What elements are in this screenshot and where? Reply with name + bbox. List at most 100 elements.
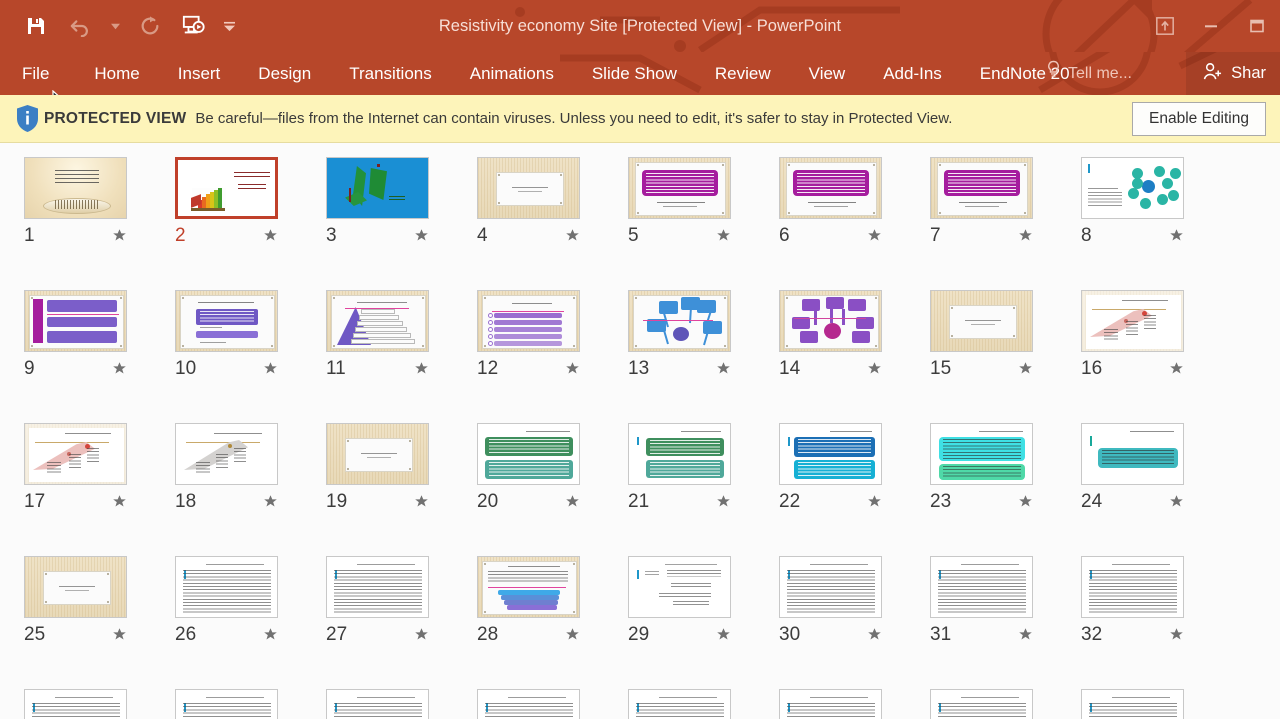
slide-thumbnail-wrap[interactable] — [930, 290, 1033, 352]
tab-file[interactable]: File — [22, 52, 75, 95]
slide-cell[interactable]: 17 — [0, 423, 151, 556]
star-icon[interactable] — [1018, 627, 1033, 642]
slide-thumbnail-wrap[interactable] — [1081, 290, 1184, 352]
slide-thumbnail-wrap[interactable] — [477, 556, 580, 618]
slide-thumbnail-wrap[interactable] — [326, 423, 429, 485]
slide-thumbnail[interactable] — [779, 290, 882, 352]
star-icon[interactable] — [1169, 627, 1184, 642]
slide-thumbnail-wrap[interactable] — [779, 423, 882, 485]
slide-thumbnail[interactable] — [779, 689, 882, 719]
slide-thumbnail-wrap[interactable] — [930, 157, 1033, 219]
slide-thumbnail-wrap[interactable] — [1081, 556, 1184, 618]
slide-cell[interactable]: 31 — [906, 556, 1057, 689]
slide-cell[interactable]: 16 — [1057, 290, 1208, 423]
slide-thumbnail-wrap[interactable] — [930, 556, 1033, 618]
slide-thumbnail[interactable] — [1081, 556, 1184, 618]
star-icon[interactable] — [716, 361, 731, 376]
slide-thumbnail-wrap[interactable] — [628, 556, 731, 618]
slide-thumbnail-wrap[interactable] — [477, 689, 580, 719]
customize-qat-icon[interactable] — [216, 6, 242, 46]
star-icon[interactable] — [414, 228, 429, 243]
slide-thumbnail-wrap[interactable] — [779, 556, 882, 618]
star-icon[interactable] — [716, 228, 731, 243]
slide-thumbnail[interactable] — [477, 290, 580, 352]
slide-thumbnail[interactable] — [930, 157, 1033, 219]
slide-thumbnail[interactable] — [24, 423, 127, 485]
slide-cell[interactable]: 30 — [755, 556, 906, 689]
slide-thumbnail[interactable] — [930, 290, 1033, 352]
slide-thumbnail-wrap[interactable] — [24, 290, 127, 352]
slide-thumbnail-wrap[interactable] — [24, 157, 127, 219]
slide-cell[interactable]: 26 — [151, 556, 302, 689]
slide-cell[interactable]: 22 — [755, 423, 906, 556]
slide-thumbnail[interactable] — [477, 556, 580, 618]
slide-thumbnail[interactable] — [175, 689, 278, 719]
star-icon[interactable] — [414, 627, 429, 642]
slide-thumbnail[interactable] — [326, 290, 429, 352]
slide-thumbnail[interactable] — [477, 423, 580, 485]
star-icon[interactable] — [565, 361, 580, 376]
slide-thumbnail-wrap[interactable] — [779, 290, 882, 352]
slide-thumbnail-wrap[interactable] — [326, 157, 429, 219]
star-icon[interactable] — [1018, 494, 1033, 509]
star-icon[interactable] — [716, 494, 731, 509]
slide-thumbnail[interactable] — [175, 423, 278, 485]
star-icon[interactable] — [263, 228, 278, 243]
slide-thumbnail-wrap[interactable] — [175, 689, 278, 719]
slide-cell[interactable]: 40 — [1057, 689, 1208, 719]
slide-thumbnail[interactable] — [628, 157, 731, 219]
slide-thumbnail-wrap[interactable] — [175, 556, 278, 618]
slide-thumbnail[interactable] — [1081, 689, 1184, 719]
star-icon[interactable] — [414, 361, 429, 376]
slide-cell[interactable]: 27 — [302, 556, 453, 689]
slide-cell[interactable]: 35 — [302, 689, 453, 719]
slide-thumbnail[interactable] — [628, 689, 731, 719]
slide-cell[interactable]: 12 — [453, 290, 604, 423]
star-icon[interactable] — [112, 494, 127, 509]
tab-slide-show[interactable]: Slide Show — [573, 52, 696, 95]
slide-thumbnail[interactable] — [24, 556, 127, 618]
slide-cell[interactable]: 19 — [302, 423, 453, 556]
enable-editing-button[interactable]: Enable Editing — [1132, 101, 1266, 136]
slide-thumbnail-wrap[interactable] — [326, 290, 429, 352]
slide-thumbnail-wrap[interactable] — [1081, 157, 1184, 219]
slide-cell[interactable]: 9 — [0, 290, 151, 423]
star-icon[interactable] — [263, 494, 278, 509]
slide-thumbnail-wrap[interactable] — [24, 423, 127, 485]
star-icon[interactable] — [867, 228, 882, 243]
slide-thumbnail[interactable] — [326, 556, 429, 618]
slide-cell[interactable]: 25 — [0, 556, 151, 689]
tab-add-ins[interactable]: Add-Ins — [864, 52, 961, 95]
slide-thumbnail[interactable] — [628, 423, 731, 485]
slide-thumbnail[interactable] — [628, 556, 731, 618]
slide-thumbnail[interactable] — [1081, 157, 1184, 219]
tab-review[interactable]: Review — [696, 52, 790, 95]
slide-thumbnail[interactable] — [930, 423, 1033, 485]
slide-thumbnail-wrap[interactable] — [326, 689, 429, 719]
star-icon[interactable] — [414, 494, 429, 509]
slide-thumbnail[interactable] — [24, 290, 127, 352]
slide-cell[interactable]: 38 — [755, 689, 906, 719]
slide-cell[interactable]: 14 — [755, 290, 906, 423]
star-icon[interactable] — [716, 627, 731, 642]
slide-cell[interactable]: 3 — [302, 157, 453, 290]
slide-cell[interactable]: 5 — [604, 157, 755, 290]
slide-thumbnail-wrap[interactable] — [930, 689, 1033, 719]
start-presentation-icon[interactable] — [172, 6, 216, 46]
slide-cell[interactable]: 21 — [604, 423, 755, 556]
slide-thumbnail[interactable] — [1081, 423, 1184, 485]
slide-thumbnail[interactable] — [24, 157, 127, 219]
slide-cell[interactable]: 11 — [302, 290, 453, 423]
slide-thumbnail-wrap[interactable] — [628, 157, 731, 219]
slide-cell[interactable]: 6 — [755, 157, 906, 290]
star-icon[interactable] — [867, 627, 882, 642]
slide-thumbnail-wrap[interactable] — [24, 689, 127, 719]
slide-thumbnail-wrap[interactable] — [930, 423, 1033, 485]
slide-cell[interactable]: 39 — [906, 689, 1057, 719]
tab-design[interactable]: Design — [239, 52, 330, 95]
star-icon[interactable] — [1169, 494, 1184, 509]
star-icon[interactable] — [1018, 228, 1033, 243]
slide-cell[interactable]: 36 — [453, 689, 604, 719]
slide-thumbnail-wrap[interactable] — [175, 157, 278, 219]
slide-sorter-pane[interactable]: 1 2 3 4 5 6 7 8 9 10 11 12 13 14 15 16 1… — [0, 143, 1280, 719]
